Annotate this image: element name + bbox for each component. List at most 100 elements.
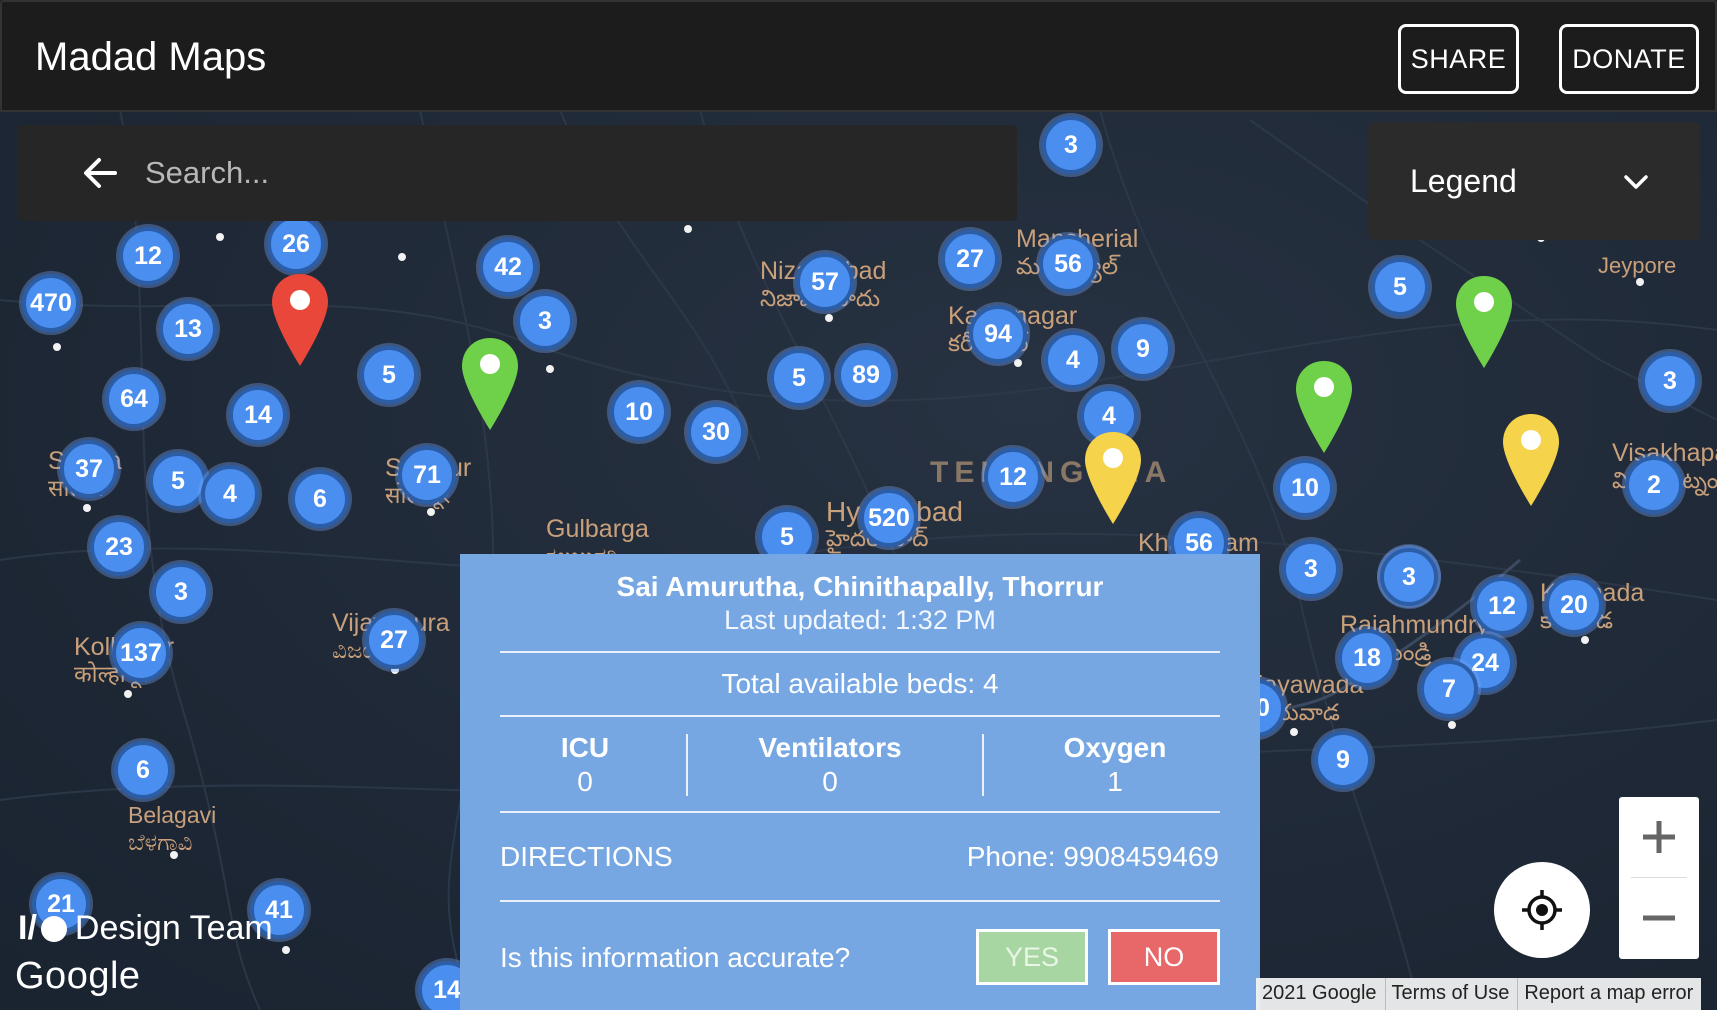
- cluster-marker[interactable]: 26: [267, 215, 325, 273]
- city-dot: [1581, 636, 1589, 644]
- cluster-marker[interactable]: 5: [149, 452, 207, 510]
- oxygen-label: Oxygen: [1063, 732, 1167, 763]
- cluster-marker[interactable]: 13: [159, 300, 217, 358]
- cluster-marker[interactable]: 5: [360, 346, 418, 404]
- city-label: Jeypore: [1598, 253, 1677, 278]
- phone-number[interactable]: Phone: 9908459469: [967, 841, 1219, 873]
- cluster-marker[interactable]: 9: [1314, 731, 1372, 789]
- cluster-marker[interactable]: 30: [687, 403, 745, 461]
- minus-icon: [1643, 915, 1675, 921]
- oxygen-stat: Oxygen 1: [1040, 732, 1190, 798]
- google-logo: Google: [15, 955, 141, 997]
- design-team-brand: I/ Design Team: [18, 909, 273, 948]
- terms-link[interactable]: Terms of Use: [1384, 978, 1518, 1010]
- legend-dropdown[interactable]: Legend: [1368, 122, 1700, 240]
- share-button[interactable]: SHARE: [1398, 24, 1519, 94]
- my-location-button[interactable]: [1494, 862, 1590, 958]
- cluster-marker[interactable]: 9: [1114, 320, 1172, 378]
- divider: [686, 734, 688, 796]
- cluster-marker[interactable]: 470: [22, 274, 80, 332]
- city-dot: [398, 253, 406, 261]
- cluster-marker[interactable]: 7: [1420, 660, 1478, 718]
- crosshair-icon: [1522, 890, 1562, 930]
- cluster-marker[interactable]: 3: [1641, 352, 1699, 410]
- back-arrow-icon[interactable]: [75, 148, 125, 198]
- cluster-marker[interactable]: 14: [229, 386, 287, 444]
- cluster-marker[interactable]: 2: [1625, 456, 1683, 514]
- design-team-label: Design Team: [74, 909, 273, 947]
- cluster-marker[interactable]: 5: [770, 349, 828, 407]
- city-dot: [282, 946, 290, 954]
- cluster-marker[interactable]: 56: [1039, 235, 1097, 293]
- directions-link[interactable]: DIRECTIONS: [500, 841, 673, 873]
- city-dot: [53, 343, 61, 351]
- cluster-marker[interactable]: 137: [112, 624, 170, 682]
- map-pin-yellow[interactable]: [1083, 430, 1143, 526]
- cluster-marker[interactable]: 23: [90, 518, 148, 576]
- city-dot: [427, 508, 435, 516]
- cluster-marker[interactable]: 18: [1338, 629, 1396, 687]
- divider: [500, 900, 1220, 902]
- zoom-in-button[interactable]: [1619, 797, 1699, 877]
- city-dot: [546, 365, 554, 373]
- cluster-marker[interactable]: 3: [152, 563, 210, 621]
- divider: [500, 811, 1220, 813]
- cluster-marker[interactable]: 27: [941, 230, 999, 288]
- icu-label: ICU: [560, 732, 610, 763]
- zoom-control: [1619, 797, 1699, 959]
- city-dot: [216, 233, 224, 241]
- cluster-marker[interactable]: 520: [860, 489, 918, 547]
- map-pin-yellow[interactable]: [1501, 412, 1561, 508]
- total-beds: Total available beds: 4: [721, 668, 999, 699]
- cluster-marker[interactable]: 12: [1473, 577, 1531, 635]
- cluster-marker[interactable]: 94: [969, 305, 1027, 363]
- cluster-marker[interactable]: 27: [365, 611, 423, 669]
- icu-value: 0: [577, 766, 593, 797]
- cluster-marker[interactable]: 10: [1276, 459, 1334, 517]
- cluster-marker[interactable]: 89: [837, 346, 895, 404]
- map-pin-green[interactable]: [1294, 359, 1354, 455]
- cluster-marker[interactable]: 3: [1282, 540, 1340, 598]
- yes-button[interactable]: YES: [976, 929, 1088, 985]
- cluster-marker[interactable]: 12: [119, 227, 177, 285]
- map-pin-green[interactable]: [460, 336, 520, 432]
- search-input[interactable]: [145, 155, 925, 191]
- cluster-marker[interactable]: 10: [610, 383, 668, 441]
- map-pin-red[interactable]: [270, 272, 330, 368]
- search-bar: [17, 125, 1017, 221]
- city-dot: [83, 504, 91, 512]
- city-dot: [1448, 721, 1456, 729]
- city-dot: [1014, 359, 1022, 367]
- ventilators-value: 0: [822, 766, 838, 797]
- donate-button[interactable]: DONATE: [1559, 24, 1699, 94]
- city-dot: [1290, 728, 1298, 736]
- divider: [500, 715, 1220, 717]
- zoom-out-button[interactable]: [1619, 878, 1699, 958]
- city-dot: [1636, 278, 1644, 286]
- copyright-text: 2021 Google: [1262, 982, 1377, 1004]
- app-header: Madad Maps SHARE DONATE: [0, 0, 1717, 112]
- cluster-marker[interactable]: 6: [291, 470, 349, 528]
- city-dot: [170, 851, 178, 859]
- cluster-marker[interactable]: 6: [114, 741, 172, 799]
- map-attribution: 2021 Google Terms of Use Report a map er…: [1256, 978, 1702, 1010]
- cluster-marker[interactable]: 4: [201, 465, 259, 523]
- cluster-marker[interactable]: 3: [516, 292, 574, 350]
- city-dot: [684, 225, 692, 233]
- city-label: Belagavi ಬೆಳಗಾವಿ: [128, 802, 217, 855]
- cluster-marker[interactable]: 57: [796, 253, 854, 311]
- cluster-marker[interactable]: 20: [1545, 576, 1603, 634]
- oxygen-value: 1: [1107, 766, 1123, 797]
- map-pin-green[interactable]: [1454, 274, 1514, 370]
- cluster-marker[interactable]: 4: [1044, 331, 1102, 389]
- cluster-marker[interactable]: 37: [60, 440, 118, 498]
- cluster-marker[interactable]: 5: [1371, 258, 1429, 316]
- cluster-marker[interactable]: 71: [398, 446, 456, 504]
- cluster-marker[interactable]: 3: [1042, 116, 1100, 174]
- cluster-marker[interactable]: 42: [479, 238, 537, 296]
- cluster-marker[interactable]: 12: [984, 448, 1042, 506]
- cluster-marker[interactable]: 64: [105, 370, 163, 428]
- report-error-link[interactable]: Report a map error: [1517, 978, 1701, 1010]
- cluster-marker[interactable]: 3: [1380, 548, 1438, 606]
- no-button[interactable]: NO: [1108, 929, 1220, 985]
